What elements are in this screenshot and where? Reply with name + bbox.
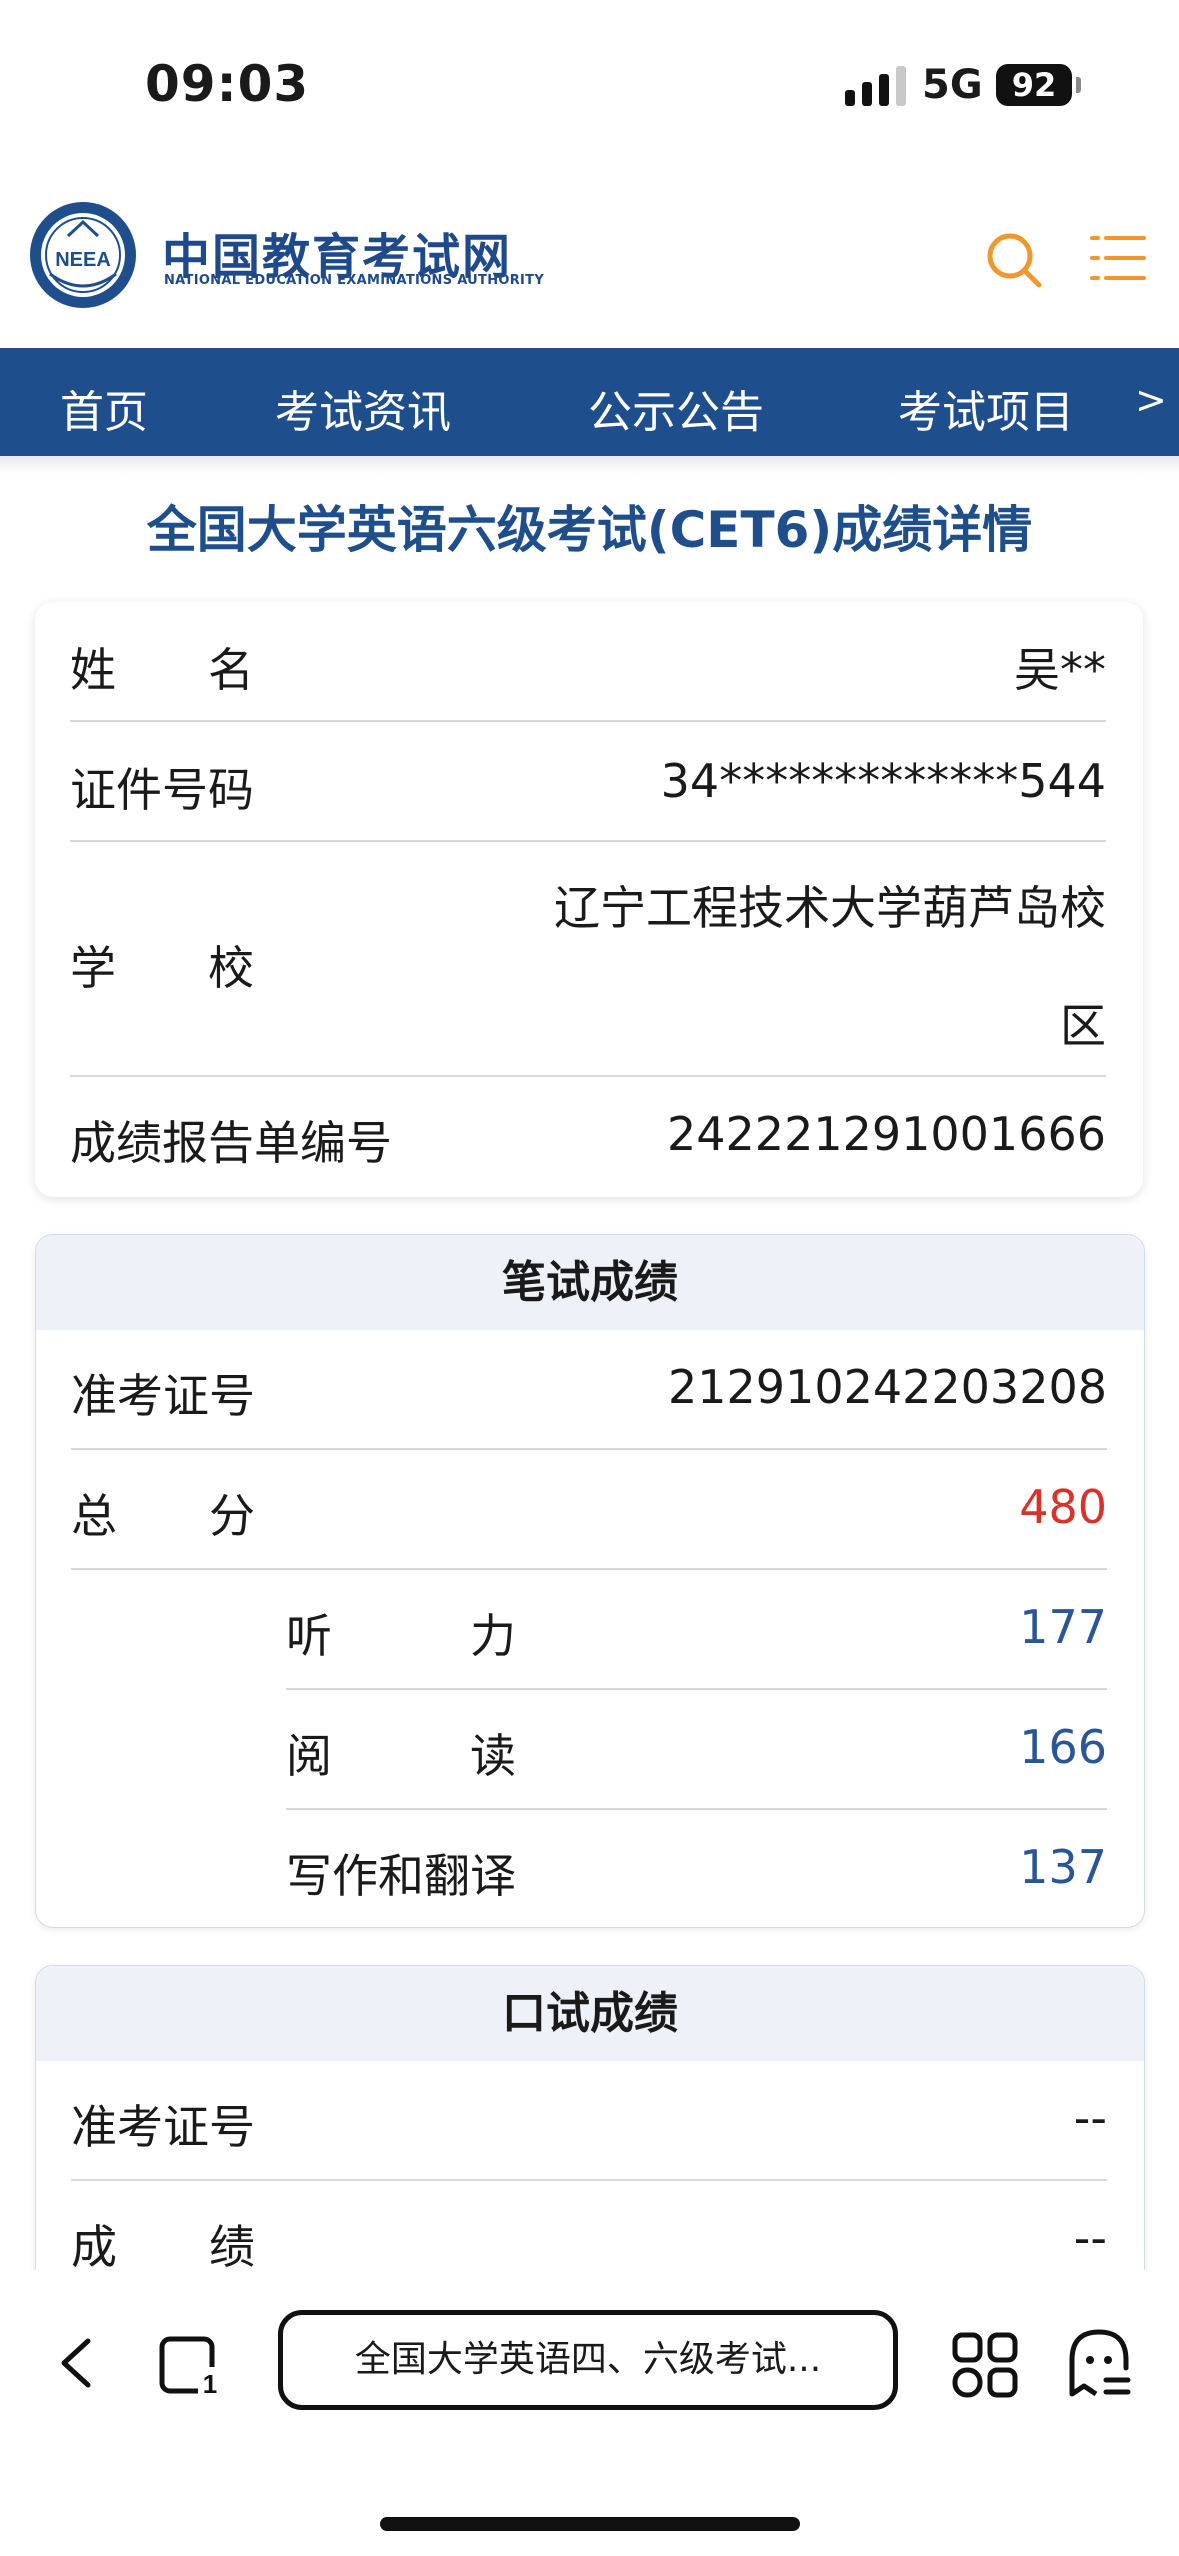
back-icon[interactable]: [56, 2335, 96, 2391]
written-row-listening: 听 力 177: [286, 1570, 1107, 1690]
listening-score: 177: [1019, 1600, 1107, 1654]
battery-tip: [1076, 77, 1081, 93]
incognito-ghost-icon[interactable]: [1066, 2328, 1132, 2398]
total-label: 总 分: [71, 1489, 255, 1543]
id-value: 34*************544: [660, 754, 1106, 808]
written-card-title: 笔试成绩: [36, 1235, 1144, 1330]
name-value: 吴**: [1014, 643, 1106, 697]
written-ticket-label: 准考证号: [71, 1369, 255, 1423]
oral-row-ticket: 准考证号 --: [71, 2061, 1107, 2181]
status-time: 09:03: [145, 55, 310, 113]
nav-more-button[interactable]: >: [1135, 378, 1167, 422]
school-value-line1: 辽宁工程技术大学葫芦岛校: [554, 881, 1106, 935]
school-label: 学 校: [70, 941, 254, 995]
total-score: 480: [1019, 1480, 1107, 1534]
page-title: 全国大学英语六级考试(CET6)成绩详情: [146, 501, 1033, 559]
reading-label: 阅 读: [286, 1729, 516, 1783]
writing-score: 137: [1019, 1840, 1107, 1894]
info-row-id: 证件号码 34*************544: [70, 722, 1106, 842]
browser-toolbar: 1 全国大学英语四、六级考试...: [0, 2270, 1179, 2556]
candidate-info-card: 姓 名 吴** 证件号码 34*************544 学 校 辽宁工程…: [35, 602, 1143, 1197]
address-bar[interactable]: 全国大学英语四、六级考试...: [278, 2310, 898, 2410]
main-nav: 首页 考试资讯 公示公告 考试项目 >: [0, 348, 1179, 456]
nav-item-exam-projects[interactable]: 考试项目: [898, 376, 1074, 440]
site-header: NEEA 中国教育考试网 NATIONAL EDUCATION EXAMINAT…: [0, 170, 1179, 348]
logo-subtitle: NATIONAL EDUCATION EXAMINATIONS AUTHORIT…: [164, 273, 545, 288]
written-row-ticket: 准考证号 212910242203208: [71, 1330, 1107, 1450]
info-row-report: 成绩报告单编号 242221291001666: [70, 1077, 1106, 1195]
oral-score-label: 成 绩: [71, 2220, 255, 2274]
tab-count: 1: [203, 2369, 217, 2397]
written-row-reading: 阅 读 166: [286, 1690, 1107, 1810]
battery-level: 92: [1011, 66, 1057, 104]
id-label: 证件号码: [70, 763, 254, 817]
oral-ticket-value: --: [1073, 2091, 1107, 2145]
home-indicator[interactable]: [380, 2517, 800, 2531]
nav-divider: [0, 456, 1179, 474]
signal-icon: [845, 66, 906, 106]
writing-label: 写作和翻译: [286, 1849, 516, 1903]
nav-item-exam-news[interactable]: 考试资讯: [275, 376, 451, 440]
written-score-card: 笔试成绩 准考证号 212910242203208 总 分 480 听 力 17…: [35, 1234, 1145, 1928]
written-ticket-value: 212910242203208: [668, 1360, 1107, 1414]
search-icon[interactable]: [984, 230, 1044, 290]
nav-item-announcements[interactable]: 公示公告: [588, 376, 764, 440]
oral-score-value: --: [1073, 2211, 1107, 2265]
school-value-line2: 区: [1060, 999, 1106, 1053]
info-row-school: 学 校 辽宁工程技术大学葫芦岛校 区: [70, 842, 1106, 1077]
neea-emblem-icon[interactable]: NEEA: [28, 200, 138, 310]
listening-label: 听 力: [286, 1609, 516, 1663]
menu-icon[interactable]: [1090, 232, 1146, 284]
nav-item-home[interactable]: 首页: [60, 376, 148, 440]
apps-grid-icon[interactable]: [952, 2332, 1018, 2398]
tabs-icon[interactable]: 1: [158, 2333, 224, 2397]
status-bar: 09:03 5G 92: [0, 0, 1179, 170]
name-label: 姓 名: [70, 643, 254, 697]
network-label: 5G: [922, 62, 983, 108]
address-text: 全国大学英语四、六级考试...: [354, 2339, 822, 2380]
report-value: 242221291001666: [667, 1107, 1106, 1161]
emblem-text: NEEA: [55, 249, 111, 271]
oral-ticket-label: 准考证号: [71, 2100, 255, 2154]
battery-icon: 92: [996, 64, 1072, 106]
oral-card-title: 口试成绩: [36, 1966, 1144, 2061]
report-label: 成绩报告单编号: [70, 1116, 392, 1170]
reading-score: 166: [1019, 1720, 1107, 1774]
written-row-total: 总 分 480: [71, 1450, 1107, 1570]
written-row-writing: 写作和翻译 137: [286, 1810, 1107, 1925]
info-row-name: 姓 名 吴**: [70, 602, 1106, 722]
